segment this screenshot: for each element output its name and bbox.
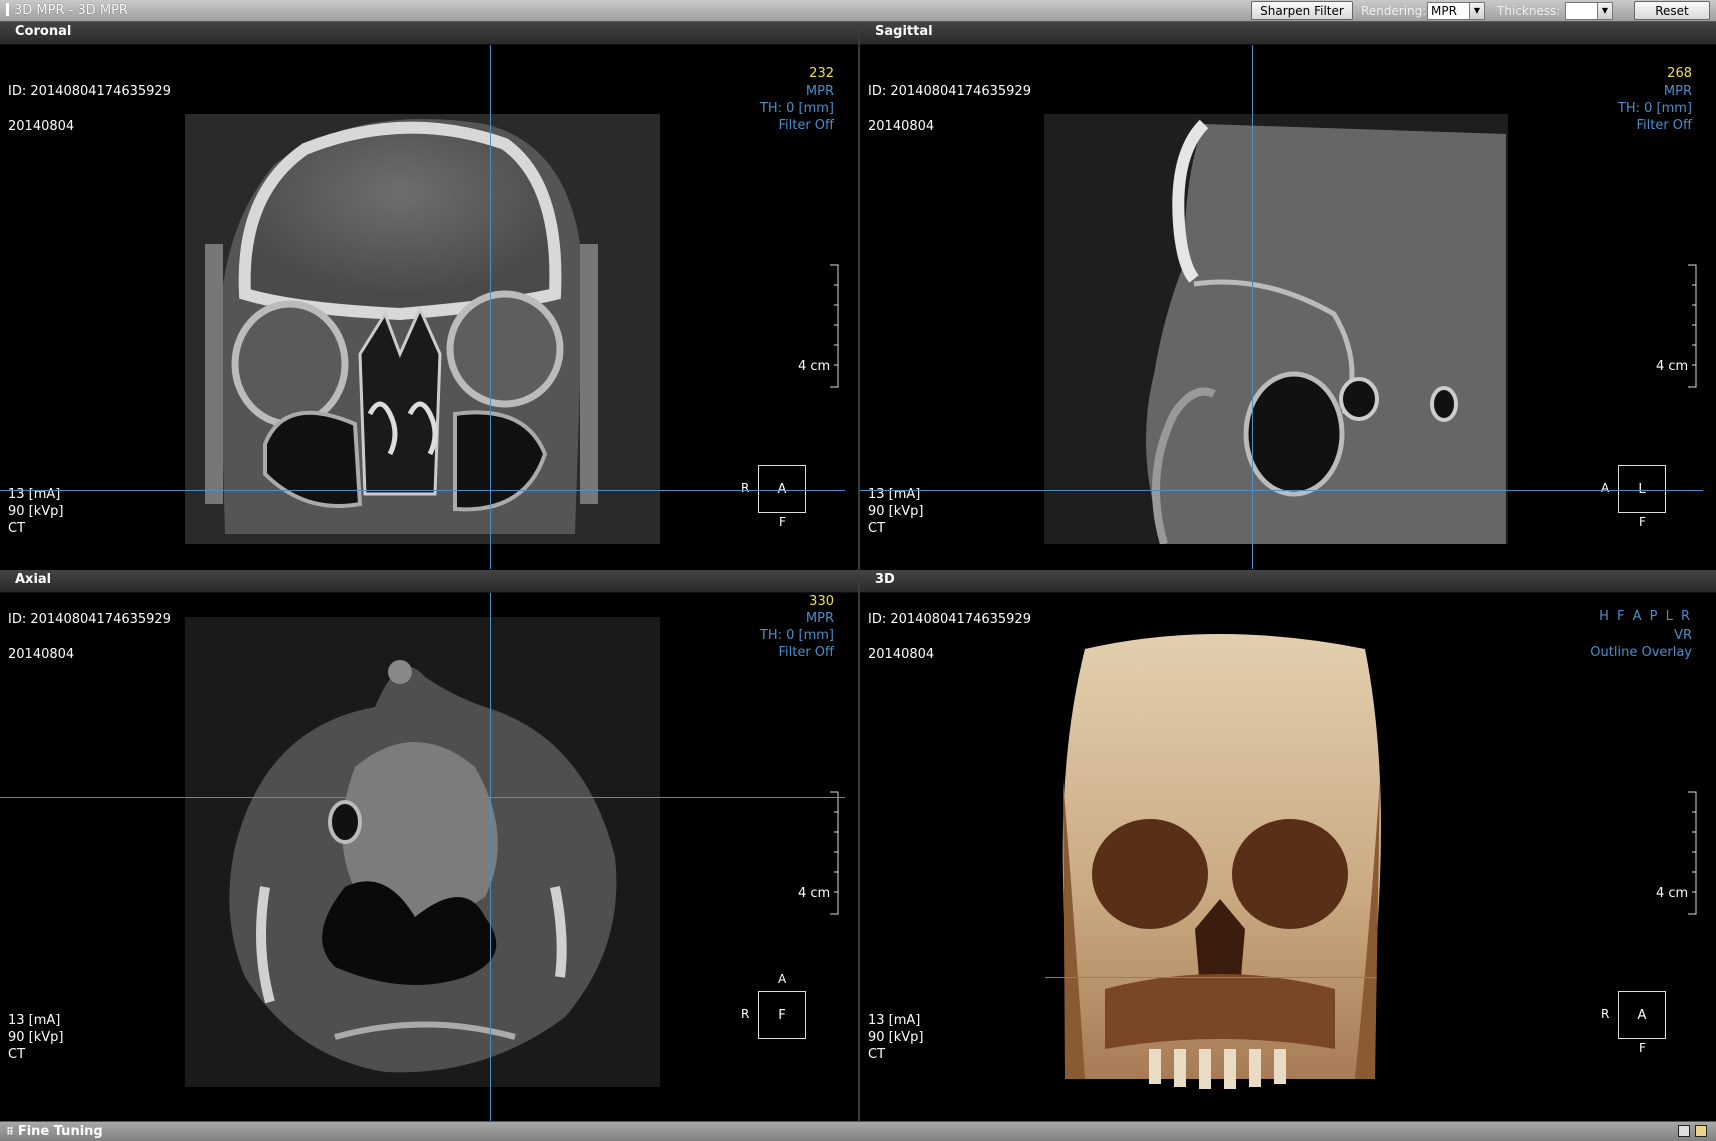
- axial-kvp: 90 [kVp]: [8, 1030, 64, 1045]
- sagittal-modality: CT: [868, 521, 886, 536]
- coronal-crosshair-vertical[interactable]: [490, 45, 491, 569]
- 3d-orientation-axes[interactable]: H F A P L R: [1599, 609, 1692, 624]
- axial-orientation-cube[interactable]: F: [758, 991, 806, 1039]
- rendering-select[interactable]: MPR ▼: [1427, 2, 1485, 20]
- 3d-ma: 13 [mA]: [868, 1013, 921, 1028]
- sagittal-canvas[interactable]: 268 ID: 20140804174635929 20140804 MPR T…: [860, 45, 1716, 569]
- folder-icon[interactable]: [1695, 1125, 1707, 1137]
- coronal-viewport[interactable]: Coronal 232 ID: 20140804174635929 201408…: [0, 22, 858, 569]
- axial-id: ID: 20140804174635929: [8, 612, 171, 627]
- axial-mode: MPR: [805, 611, 834, 626]
- rendering-label: Rendering:: [1361, 4, 1427, 18]
- coronal-thickness: TH: 0 [mm]: [759, 101, 834, 116]
- chevron-down-icon[interactable]: ▼: [1469, 3, 1484, 19]
- axial-ma: 13 [mA]: [8, 1013, 61, 1028]
- axial-crosshair-horizontal[interactable]: [0, 797, 845, 798]
- sagittal-crosshair-vertical[interactable]: [1252, 45, 1253, 569]
- axial-date: 20140804: [8, 647, 75, 662]
- sagittal-viewport[interactable]: Sagittal 268 ID: 20140804174635929 20140…: [860, 22, 1716, 569]
- coronal-mode: MPR: [805, 84, 834, 99]
- coronal-modality: CT: [8, 521, 26, 536]
- axial-thickness: TH: 0 [mm]: [759, 628, 834, 643]
- coronal-orientation-cube[interactable]: A: [758, 465, 806, 513]
- 3d-date: 20140804: [868, 647, 935, 662]
- sagittal-orient-left: A: [1601, 481, 1610, 495]
- 3d-viewport[interactable]: 3D ID: 20140804174635929 20140804 H F A …: [860, 570, 1716, 1121]
- sagittal-slice-number: 268: [1667, 66, 1692, 81]
- viewport-divider[interactable]: [858, 22, 860, 1121]
- axial-slice-number: 330: [809, 594, 834, 609]
- 3d-kvp: 90 [kVp]: [868, 1030, 924, 1045]
- coronal-id: ID: 20140804174635929: [8, 84, 171, 99]
- rendering-value: MPR: [1431, 4, 1457, 18]
- coronal-scale-label: 4 cm: [798, 359, 831, 374]
- coronal-canvas[interactable]: 232 ID: 20140804174635929 20140804 MPR T…: [0, 45, 858, 569]
- axial-viewport[interactable]: Axial 330 ID: 20140804174635929 20140804…: [0, 570, 858, 1121]
- coronal-ct-image: [185, 114, 660, 544]
- title-bar: 3D MPR - 3D MPR Sharpen Filter Rendering…: [0, 0, 1716, 22]
- 3d-orient-left: R: [1601, 1007, 1610, 1021]
- 3d-orient-bottom: F: [1639, 1041, 1646, 1055]
- 3d-id: ID: 20140804174635929: [868, 612, 1031, 627]
- sagittal-filter: Filter Off: [1636, 118, 1692, 133]
- axial-modality: CT: [8, 1047, 26, 1062]
- 3d-modality: CT: [868, 1047, 886, 1062]
- coronal-orient-left: R: [741, 481, 750, 495]
- sagittal-thickness: TH: 0 [mm]: [1617, 101, 1692, 116]
- 3d-slice-plane-line[interactable]: [1045, 977, 1377, 978]
- sagittal-crosshair-horizontal[interactable]: [860, 490, 1703, 491]
- sharpen-filter-button[interactable]: Sharpen Filter: [1251, 1, 1353, 20]
- save-icon[interactable]: [1678, 1125, 1690, 1137]
- 3d-header: 3D: [860, 570, 1716, 593]
- 3d-title: 3D: [875, 572, 895, 587]
- sagittal-scale-label: 4 cm: [1656, 359, 1689, 374]
- sagittal-kvp: 90 [kVp]: [868, 504, 924, 519]
- axial-scale-label: 4 cm: [798, 886, 831, 901]
- fine-tuning-label[interactable]: Fine Tuning: [6, 1124, 103, 1139]
- axial-header: Axial: [0, 570, 858, 593]
- 3d-orientation-cube[interactable]: A: [1618, 991, 1666, 1039]
- coronal-crosshair-horizontal[interactable]: [0, 490, 845, 491]
- coronal-kvp: 90 [kVp]: [8, 504, 64, 519]
- 3d-skull-render: [1062, 634, 1381, 1089]
- coronal-filter: Filter Off: [778, 118, 834, 133]
- thickness-select[interactable]: ▼: [1565, 2, 1613, 20]
- sagittal-id: ID: 20140804174635929: [868, 84, 1031, 99]
- chevron-down-icon[interactable]: ▼: [1597, 3, 1612, 19]
- 3d-scale-label: 4 cm: [1656, 886, 1689, 901]
- sagittal-ct-image: [1044, 114, 1508, 544]
- 3d-outline-overlay: Outline Overlay: [1590, 645, 1692, 660]
- axial-orient-left: R: [741, 1007, 750, 1021]
- coronal-header: Coronal: [0, 22, 858, 45]
- coronal-date: 20140804: [8, 119, 75, 134]
- axial-filter: Filter Off: [778, 645, 834, 660]
- thickness-label: Thickness:: [1497, 4, 1561, 18]
- fine-tuning-bar[interactable]: Fine Tuning: [0, 1121, 1716, 1141]
- reset-button[interactable]: Reset: [1634, 1, 1710, 20]
- coronal-slice-number: 232: [809, 66, 834, 81]
- coronal-orient-bottom: F: [779, 515, 786, 529]
- 3d-render-mode: VR: [1674, 628, 1692, 643]
- axial-canvas[interactable]: 330 ID: 20140804174635929 20140804 MPR T…: [0, 593, 858, 1121]
- 3d-canvas[interactable]: ID: 20140804174635929 20140804 H F A P L…: [860, 593, 1716, 1121]
- axial-ct-image: [185, 617, 660, 1087]
- coronal-title: Coronal: [15, 24, 72, 39]
- sagittal-orientation-cube[interactable]: L: [1618, 465, 1666, 513]
- axial-crosshair-vertical[interactable]: [490, 593, 491, 1121]
- sagittal-mode: MPR: [1663, 84, 1692, 99]
- axial-orient-top: A: [778, 972, 787, 986]
- sagittal-header: Sagittal: [860, 22, 1716, 45]
- sagittal-orient-bottom: F: [1639, 515, 1646, 529]
- window-title: 3D MPR - 3D MPR: [6, 3, 128, 18]
- axial-title: Axial: [15, 572, 52, 587]
- sagittal-title: Sagittal: [875, 24, 933, 39]
- sagittal-date: 20140804: [868, 119, 935, 134]
